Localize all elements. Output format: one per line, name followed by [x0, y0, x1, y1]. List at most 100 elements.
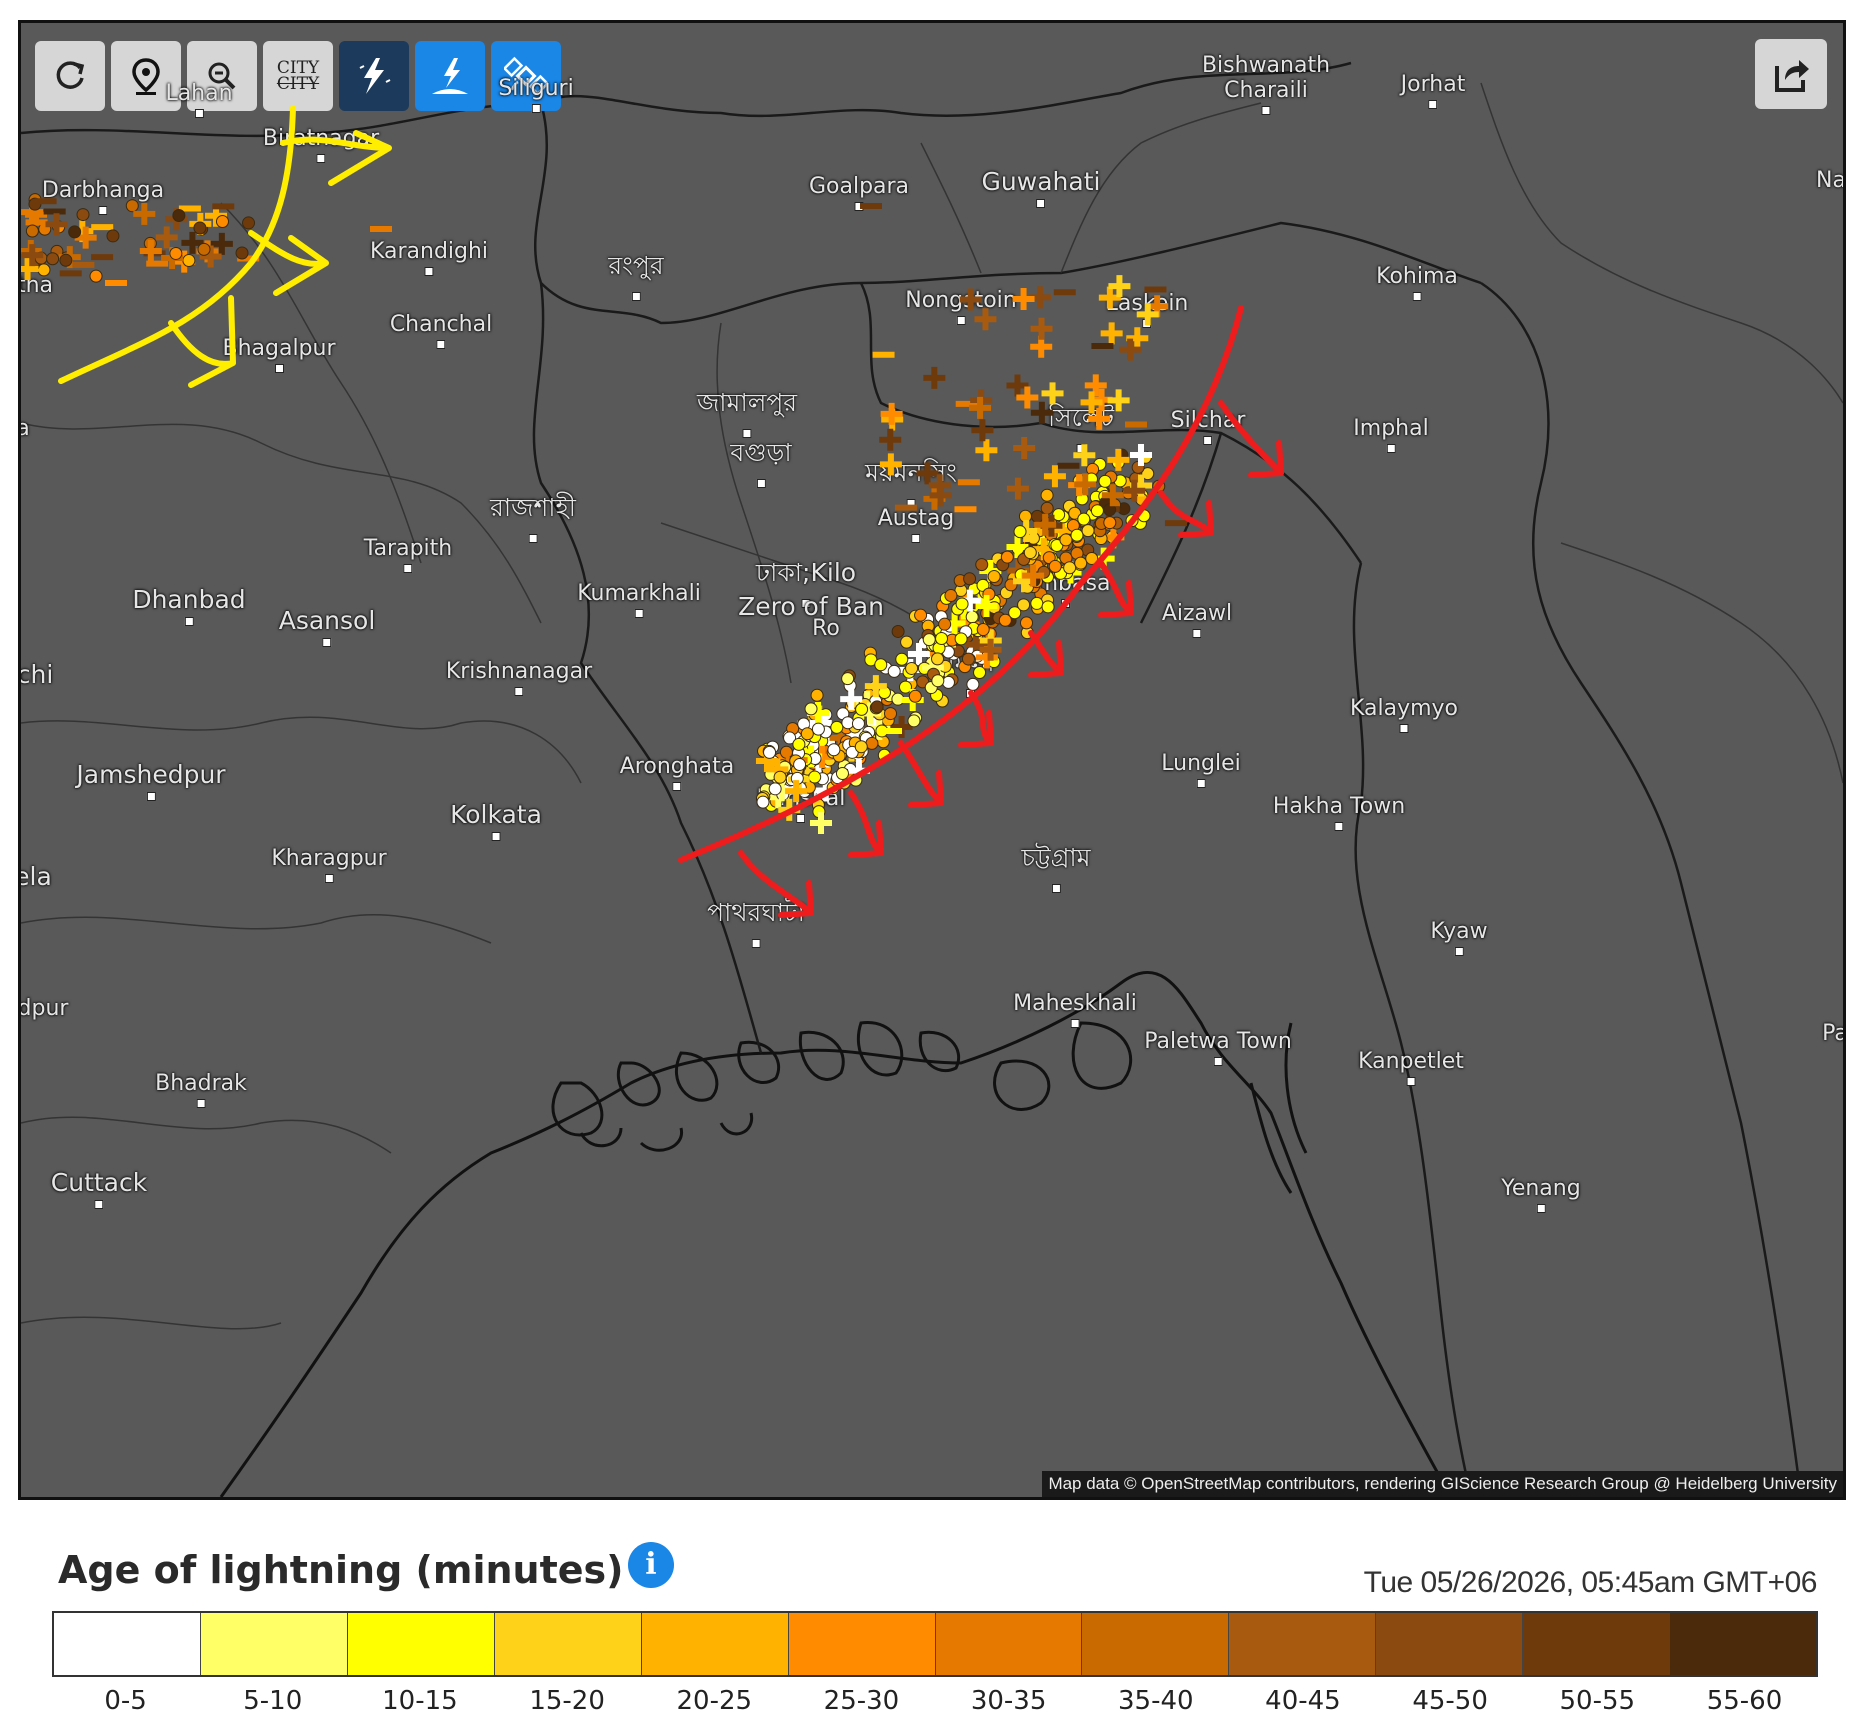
legend-label: 0-5: [104, 1686, 147, 1716]
lightning-strike-dot: [935, 632, 949, 646]
lightning-strike-dot: [1040, 501, 1054, 515]
lightning-strike-dot: [973, 665, 987, 679]
lightning-strike-dot: [855, 702, 869, 716]
lightning-strike-dot: [1000, 550, 1014, 564]
lightning-strike-dot: [804, 702, 818, 716]
lightning-strike-dot: [125, 199, 139, 213]
legend-swatch-40-45: [1229, 1613, 1377, 1675]
lightning-strike-dot: [827, 743, 841, 757]
legend-swatch-55-60: [1670, 1613, 1817, 1675]
lightning-strike-dot: [954, 632, 968, 646]
lightning-strike-dot: [1026, 531, 1040, 545]
lightning-strike-dot: [808, 770, 822, 784]
legend-swatch-15-20: [494, 1613, 642, 1675]
legend-swatch-5-10: [200, 1613, 348, 1675]
lightning-strike-dot: [1048, 559, 1062, 573]
legend-label: 10-15: [382, 1686, 458, 1716]
lightning-strike-dot: [793, 758, 807, 772]
lightning-strike-dot: [938, 617, 952, 631]
lightning-strike-dot: [998, 613, 1012, 627]
lightning-strike-dot: [884, 707, 898, 721]
lightning-strike-dot: [1030, 596, 1044, 610]
lightning-strike-dot: [841, 672, 855, 686]
legend-timestamp: Tue 05/26/2026, 05:45am GMT+06: [1363, 1566, 1818, 1599]
lightning-strike-dot: [963, 572, 977, 586]
lightning-strike-dot: [1070, 528, 1084, 542]
lightning-strike-dot: [779, 745, 793, 759]
legend-label: 40-45: [1265, 1686, 1341, 1716]
lightning-strike-dot: [215, 215, 229, 229]
lightning-strike-dot: [975, 558, 989, 572]
lightning-strike-dot: [887, 664, 901, 678]
lightning-strike-dot: [854, 740, 868, 754]
lightning-strike-dot: [865, 736, 879, 750]
lightning-strike-dot: [965, 610, 979, 624]
legend-label: 55-60: [1706, 1686, 1783, 1716]
lightning-strike-dot: [1013, 525, 1027, 539]
lightning-strike-dot: [1103, 516, 1117, 530]
lightning-strike-dot: [931, 652, 945, 666]
lightning-strike-positive: [139, 239, 162, 262]
legend-title: Age of lightning (minutes): [58, 1548, 624, 1592]
legend-color-scale: [52, 1611, 1818, 1677]
lightning-strike-dot: [1090, 504, 1104, 518]
lightning-strike-dot: [810, 688, 824, 702]
lightning-strike-dot: [68, 225, 82, 239]
lightning-strike-positive: [1006, 477, 1029, 500]
lightning-strike-dot: [197, 242, 211, 256]
lightning-strike-dot: [944, 589, 958, 603]
lightning-strike-dot: [235, 246, 249, 260]
lightning-strike-positive: [1100, 322, 1123, 345]
lightning-strike-dot: [1077, 512, 1091, 526]
legend-label: 25-30: [823, 1686, 900, 1716]
red-direction-arrow: [1028, 630, 1064, 676]
legend-label: 20-25: [676, 1686, 753, 1716]
legend-label: 5-10: [243, 1686, 303, 1716]
lightning-strike-dot: [907, 714, 921, 728]
lightning-strike-positive: [879, 453, 902, 476]
legend-swatch-0-5: [54, 1613, 201, 1675]
lightning-strike-dot: [37, 263, 51, 277]
lightning-strike-positive: [916, 462, 939, 485]
legend-swatch-10-15: [347, 1613, 495, 1675]
lightning-strike-dot: [182, 254, 196, 268]
lightning-strike-dot: [89, 269, 103, 283]
legend-swatch-50-55: [1523, 1613, 1671, 1675]
lightning-overlay: [21, 105, 1284, 918]
lightning-strike-dot: [905, 661, 919, 675]
legend-label: 50-55: [1559, 1686, 1636, 1716]
lightning-strike-dot: [1074, 556, 1088, 570]
lightning-strike-dot: [1017, 598, 1031, 612]
lightning-strike-dot: [768, 782, 782, 796]
lightning-strike-dot: [1019, 616, 1033, 630]
lightning-strike-dot: [59, 253, 73, 267]
lightning-strike-dot: [756, 795, 770, 809]
lightning-strike-dot: [895, 652, 909, 666]
lightning-strike-dot: [1098, 474, 1112, 488]
yellow-annotation-arrow: [248, 230, 329, 296]
lightning-strike-dot: [172, 208, 186, 222]
lightning-strike-dot: [242, 216, 256, 230]
lightning-strike-dot: [792, 737, 806, 751]
lightning-strike-positive: [1041, 382, 1064, 405]
lightning-strike-dot: [1081, 524, 1095, 538]
info-icon[interactable]: i: [628, 1542, 674, 1588]
lightning-strike-dot: [46, 252, 60, 266]
lightning-strike-dot: [193, 221, 207, 235]
lightning-strike-dot: [987, 570, 1001, 584]
lightning-strike-positive: [1030, 401, 1053, 424]
lightning-strike-dot: [1063, 561, 1077, 575]
lightning-map[interactable]: CITY CITY Siliguri Lahan Biratnagar Darbhan…: [18, 20, 1846, 1500]
lightning-strike-positive: [879, 428, 902, 451]
lightning-strike-dot: [25, 224, 39, 238]
lightning-strike-dot: [976, 623, 990, 637]
lightning-strike-positive: [1107, 389, 1130, 412]
lightning-strike-dot: [811, 722, 825, 736]
legend-label: 35-40: [1118, 1686, 1194, 1716]
lightning-strike-dot: [961, 652, 975, 666]
lightning-strike-dot: [106, 229, 120, 243]
lightning-strike-positive: [1012, 288, 1035, 311]
lightning-strike-positive: [810, 812, 832, 834]
lightning-strike-positive: [1030, 317, 1053, 340]
lightning-strike-positive: [1013, 437, 1036, 460]
